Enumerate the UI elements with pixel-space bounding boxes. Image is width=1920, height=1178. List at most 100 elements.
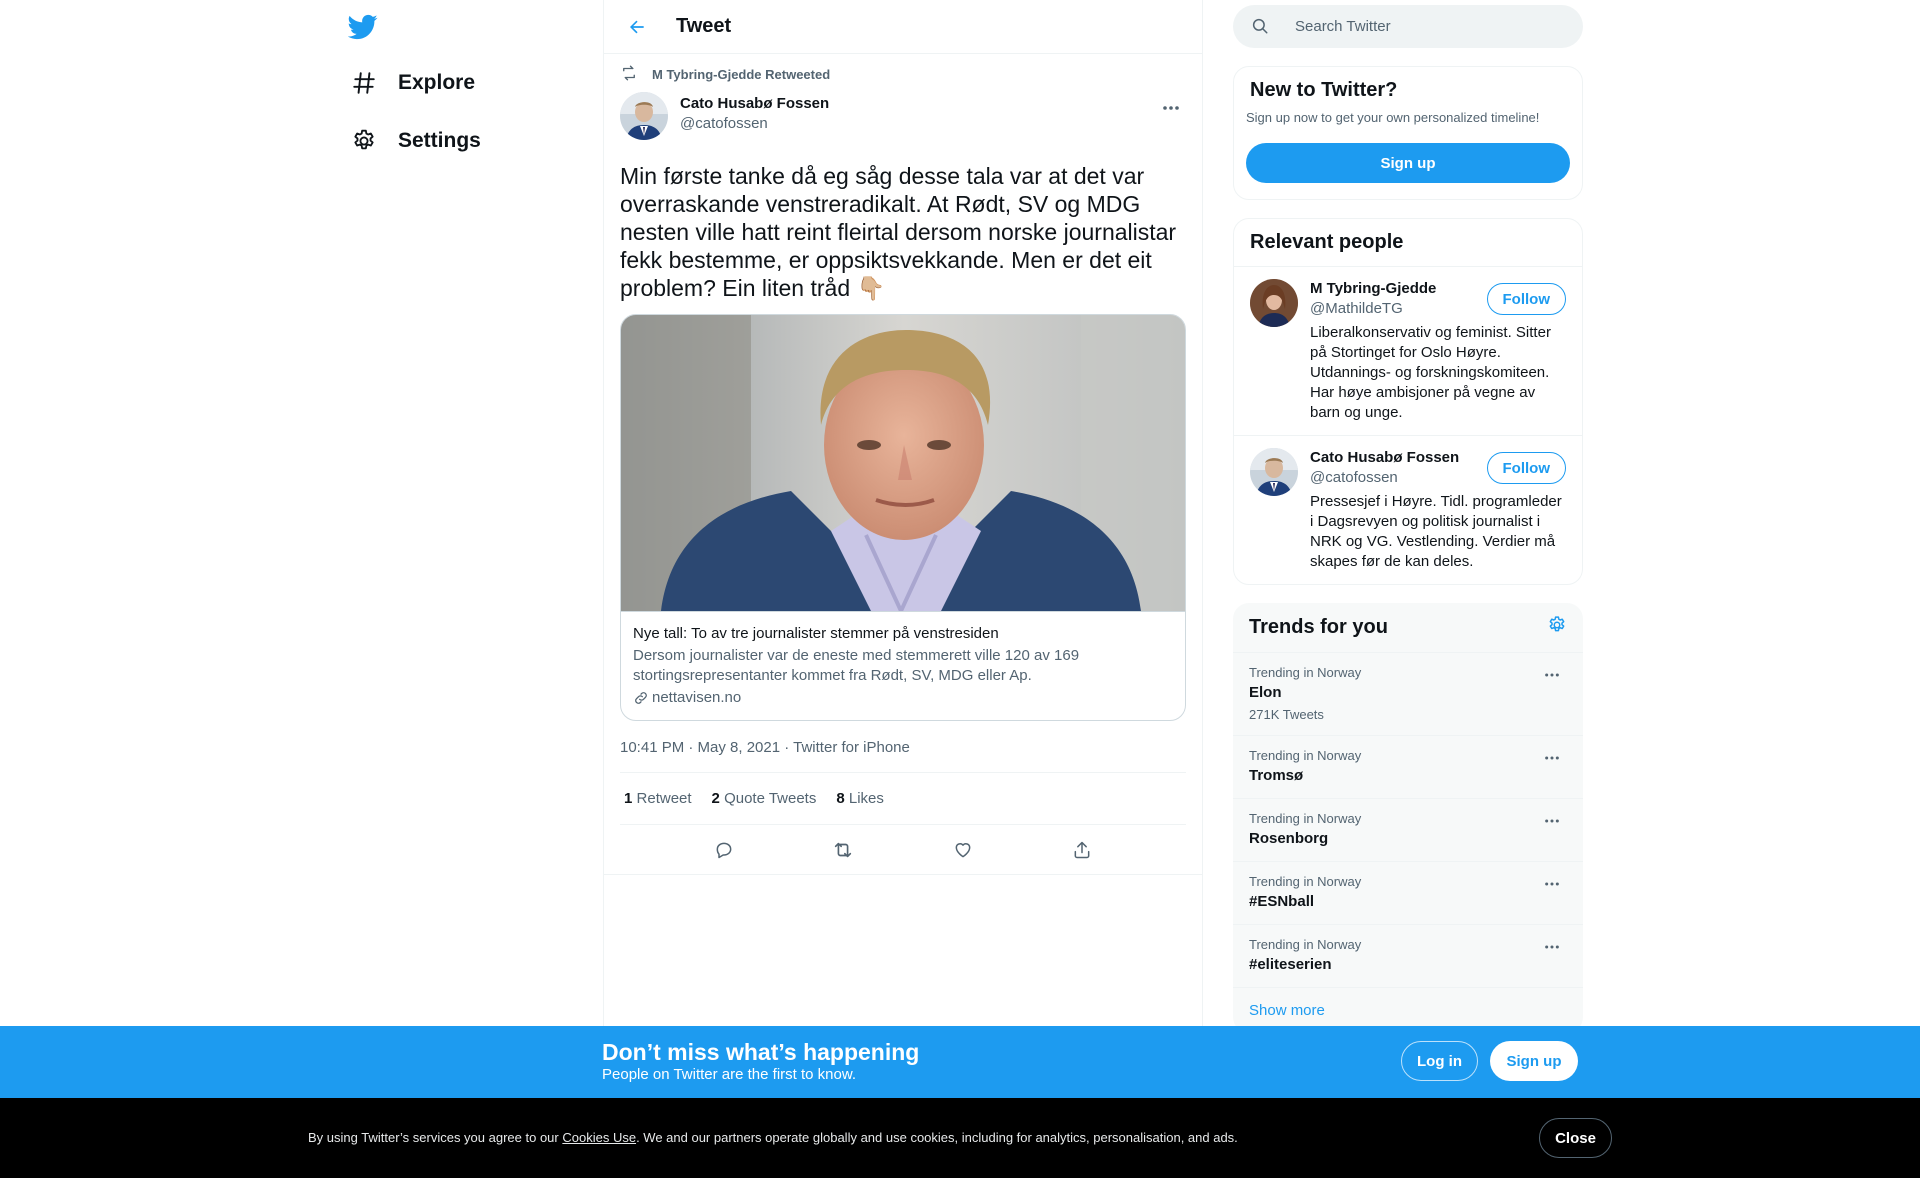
gear-icon[interactable]	[1547, 615, 1567, 640]
trend-more-button[interactable]	[1537, 935, 1567, 959]
avatar[interactable]	[1250, 448, 1298, 496]
banner-title: Don’t miss what’s happening	[602, 1039, 920, 1065]
cookie-text-suffix: . We and our partners operate globally a…	[636, 1130, 1238, 1145]
quotes-label: Quote Tweets	[724, 790, 817, 807]
avatar[interactable]	[620, 92, 668, 140]
trend-more-button[interactable]	[1537, 809, 1567, 833]
link-card[interactable]: Nye tall: To av tre journalister stemmer…	[620, 314, 1186, 721]
nav-item-explore[interactable]: Explore	[350, 63, 475, 103]
log-in-button[interactable]: Log in	[1401, 1041, 1478, 1081]
tweet-stats: 1 Retweet 2 Quote Tweets 8 Likes	[620, 773, 1186, 825]
card-domain: nettavisen.no	[633, 688, 1173, 708]
likes-label: Likes	[848, 790, 884, 807]
search-input[interactable]	[1295, 18, 1555, 35]
likes-stat[interactable]: 8 Likes	[836, 790, 884, 807]
nav-label: Explore	[398, 71, 476, 94]
right-sidebar: New to Twitter? Sign up now to get your …	[1233, 0, 1583, 1033]
sign-up-button[interactable]: Sign up	[1490, 1041, 1578, 1081]
trend-item[interactable]: Trending in Norway Rosenborg	[1233, 799, 1583, 862]
banner-subtitle: People on Twitter are the first to know.	[602, 1066, 857, 1083]
page-header: Tweet	[604, 0, 1202, 54]
heart-icon	[955, 842, 971, 857]
follow-button[interactable]: Follow	[1486, 283, 1566, 315]
trend-meta: Trending in Norway	[1249, 665, 1362, 680]
back-button[interactable]	[619, 9, 655, 45]
trend-meta: Trending in Norway	[1249, 811, 1362, 826]
relevant-people-panel: Relevant people M Tybring-Gjedde @Mathil…	[1233, 218, 1583, 585]
trend-meta: Trending in Norway	[1249, 937, 1362, 952]
trend-name: Elon	[1249, 684, 1282, 701]
more-dots-icon	[1163, 106, 1179, 110]
person-bio: Liberalkonservativ og feminist. Sitter p…	[1310, 324, 1551, 421]
trend-meta: Trending in Norway	[1249, 874, 1362, 889]
person-card[interactable]: M Tybring-Gjedde @MathildeTG Liberalkons…	[1234, 266, 1582, 435]
trend-more-button[interactable]	[1537, 872, 1567, 896]
cookie-text: By using Twitter’s services you agree to…	[308, 1130, 1238, 1145]
search-bar[interactable]	[1233, 5, 1583, 48]
retweet-button[interactable]	[825, 832, 861, 868]
hashtag-icon	[350, 69, 378, 97]
trend-meta: Trending in Norway	[1249, 748, 1362, 763]
arrow-left-icon	[630, 20, 644, 33]
likes-count: 8	[836, 790, 845, 807]
gear-icon	[350, 127, 378, 155]
trend-item[interactable]: Trending in Norway Elon 271K Tweets	[1233, 653, 1583, 736]
tweet: M Tybring-Gjedde Retweeted Cato Husabø F…	[604, 64, 1202, 875]
share-icon	[1074, 841, 1090, 858]
more-dots-icon	[1545, 756, 1559, 760]
retweeted-by[interactable]: M Tybring-Gjedde Retweeted	[652, 67, 830, 82]
trend-count: 271K Tweets	[1249, 707, 1324, 722]
like-button[interactable]	[945, 832, 981, 868]
trend-name: #ESNball	[1249, 893, 1315, 910]
author-name[interactable]: Cato Husabø Fossen	[680, 94, 829, 114]
trend-item[interactable]: Trending in Norway #ESNball	[1233, 862, 1583, 925]
tweet-column: Tweet M Tybring-Gjedde Retweeted Cato Hu…	[603, 0, 1203, 1026]
reply-button[interactable]	[706, 832, 742, 868]
reply-icon	[716, 842, 732, 858]
quotes-count: 2	[711, 790, 720, 807]
retweet-icon	[620, 64, 640, 84]
cookies-use-link[interactable]: Cookies Use	[562, 1130, 636, 1145]
retweet-indicator: M Tybring-Gjedde Retweeted	[620, 64, 1186, 84]
trend-item[interactable]: Trending in Norway #eliteserien	[1233, 925, 1583, 988]
person-card[interactable]: Cato Husabø Fossen @catofossen Pressesje…	[1234, 435, 1582, 584]
trend-more-button[interactable]	[1537, 663, 1567, 687]
nav-item-settings[interactable]: Settings	[350, 121, 481, 161]
share-button[interactable]	[1064, 832, 1100, 868]
card-body: Nye tall: To av tre journalister stemmer…	[621, 611, 1185, 720]
new-to-twitter-panel: New to Twitter? Sign up now to get your …	[1233, 66, 1583, 200]
nav-label: Settings	[398, 129, 481, 152]
follow-button[interactable]: Follow	[1486, 452, 1566, 484]
panel-subtitle: Sign up now to get your own personalized…	[1246, 110, 1540, 125]
sign-up-button[interactable]: Sign up	[1246, 143, 1570, 183]
signup-banner: Don’t miss what’s happening People on Tw…	[0, 1026, 1920, 1098]
tweet-more-button[interactable]	[1156, 96, 1186, 120]
tweet-text: Min første tanke då eg såg desse tala va…	[620, 163, 1177, 301]
twitter-logo-icon[interactable]	[347, 12, 378, 42]
card-domain-text: nettavisen.no	[652, 689, 742, 706]
trend-name: Tromsø	[1249, 767, 1304, 784]
trend-more-button[interactable]	[1537, 746, 1567, 770]
trend-name: #eliteserien	[1249, 956, 1332, 973]
retweets-label: Retweet	[636, 790, 692, 807]
more-dots-icon	[1545, 882, 1559, 886]
trend-item[interactable]: Trending in Norway Tromsø	[1233, 736, 1583, 799]
tweet-timestamp[interactable]: 10:41 PM · May 8, 2021 · Twitter for iPh…	[620, 739, 1186, 773]
more-dots-icon	[1545, 945, 1559, 949]
page-title: Tweet	[676, 15, 732, 37]
link-icon	[633, 690, 649, 706]
quotes-stat[interactable]: 2 Quote Tweets	[712, 790, 817, 807]
avatar[interactable]	[1250, 279, 1298, 327]
close-button[interactable]: Close	[1539, 1118, 1612, 1158]
author-handle[interactable]: @catofossen	[680, 114, 829, 134]
panel-title: New to Twitter?	[1250, 79, 1398, 101]
panel-title: Relevant people	[1250, 231, 1404, 253]
tweet-actions	[604, 825, 1202, 875]
more-dots-icon	[1545, 819, 1559, 823]
retweet-icon	[835, 842, 852, 857]
search-icon	[1251, 17, 1271, 37]
retweets-stat[interactable]: 1 Retweet	[624, 790, 692, 807]
tweet-author: Cato Husabø Fossen @catofossen	[620, 92, 1186, 140]
more-dots-icon	[1545, 673, 1559, 677]
trend-name: Rosenborg	[1249, 830, 1329, 847]
